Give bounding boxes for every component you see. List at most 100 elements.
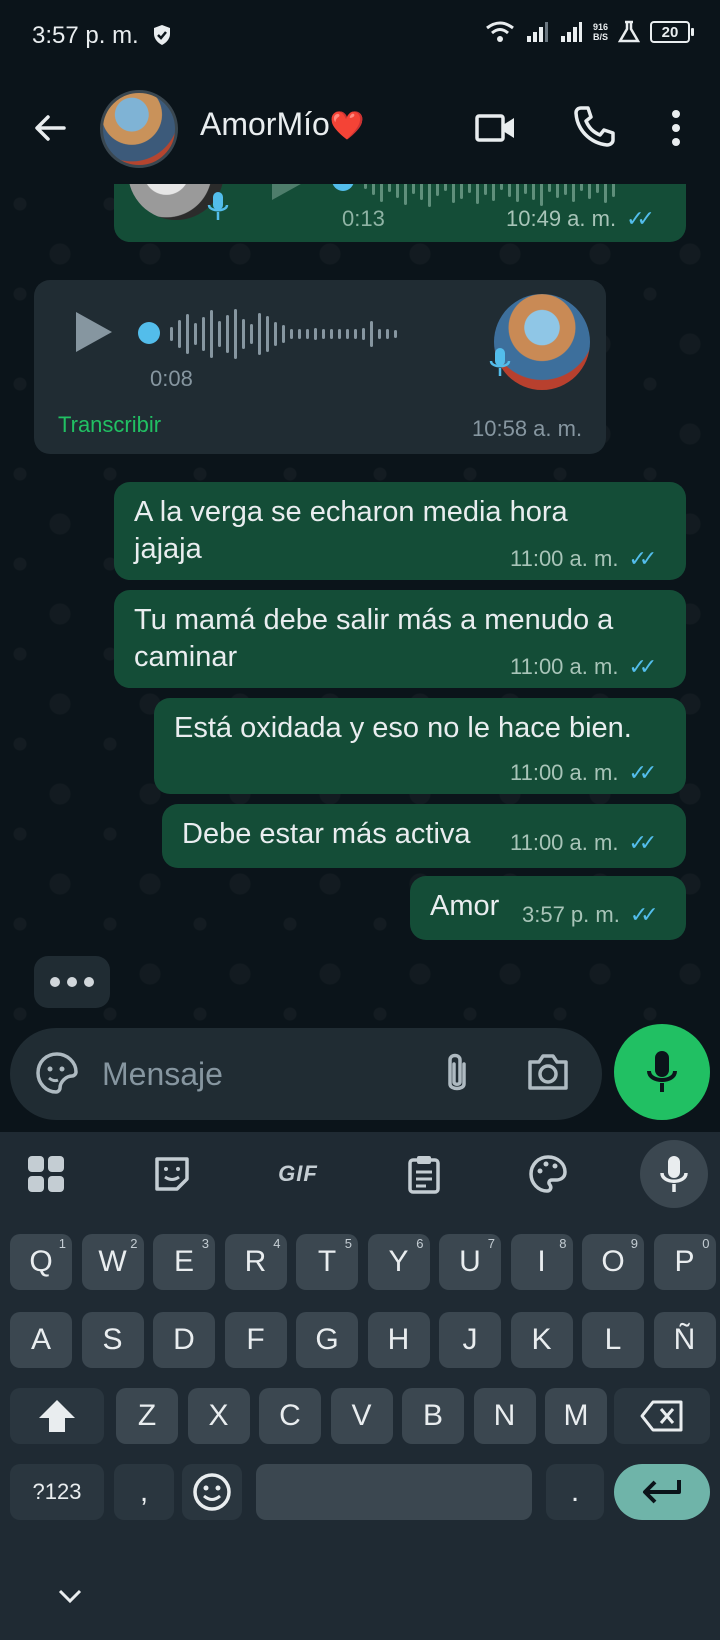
camera-icon[interactable] bbox=[526, 1052, 570, 1092]
waveform-bar bbox=[306, 329, 309, 339]
backspace-key[interactable] bbox=[614, 1388, 710, 1444]
waveform-bar bbox=[476, 184, 479, 204]
key-q[interactable]: Q1 bbox=[10, 1234, 72, 1290]
voice-duration: 0:13 bbox=[342, 206, 385, 231]
waveform-bar bbox=[372, 184, 375, 195]
text-message-out[interactable]: Tu mamá debe salir más a menudo a camina… bbox=[114, 590, 686, 688]
key-ñ[interactable]: Ñ bbox=[653, 1312, 716, 1368]
waveform-bar bbox=[396, 184, 399, 198]
voice-progress-dot[interactable] bbox=[138, 322, 160, 344]
key-l[interactable]: L bbox=[582, 1312, 644, 1368]
paperclip-icon[interactable] bbox=[442, 1050, 472, 1096]
enter-key[interactable] bbox=[614, 1464, 710, 1520]
typing-dot bbox=[50, 977, 60, 987]
waveform-bar bbox=[572, 184, 575, 202]
shift-key[interactable] bbox=[10, 1388, 104, 1444]
voice-record-button[interactable] bbox=[614, 1024, 710, 1120]
waveform-bar bbox=[436, 184, 439, 196]
key-alt-label: 0 bbox=[702, 1236, 710, 1251]
contact-avatar[interactable] bbox=[100, 90, 178, 168]
voice-message-in[interactable]: 0:08 Transcribir 10:58 a. m. bbox=[34, 280, 606, 454]
backspace-icon bbox=[640, 1400, 683, 1432]
signal-icon bbox=[526, 22, 548, 42]
text-message-out[interactable]: Debe estar más activa 11:00 a. m. ✓✓ bbox=[162, 804, 686, 868]
message-box[interactable] bbox=[10, 1028, 602, 1120]
key-alt-label: 6 bbox=[416, 1236, 424, 1251]
message-input[interactable] bbox=[102, 1052, 402, 1096]
palette-icon[interactable] bbox=[526, 1152, 570, 1196]
voice-progress-dot[interactable] bbox=[332, 184, 354, 191]
emoji-key[interactable] bbox=[182, 1464, 242, 1520]
key-label: R bbox=[244, 1245, 267, 1278]
message-time: 11:00 a. m. bbox=[510, 830, 619, 855]
more-vert-icon[interactable] bbox=[666, 106, 686, 150]
arrow-left-icon[interactable] bbox=[28, 106, 72, 150]
key-e[interactable]: E3 bbox=[153, 1234, 215, 1290]
waveform-bar bbox=[468, 184, 471, 193]
key-label: U bbox=[459, 1245, 481, 1278]
waveform-bar bbox=[380, 184, 383, 202]
key-alt-label: 4 bbox=[273, 1236, 281, 1251]
key-u[interactable]: U7 bbox=[439, 1234, 501, 1290]
key-w[interactable]: W2 bbox=[81, 1234, 144, 1290]
waveform-bar bbox=[178, 320, 181, 348]
key-p[interactable]: P0 bbox=[653, 1234, 716, 1290]
message-time: 10:49 a. m. bbox=[506, 206, 617, 231]
chevron-down-icon[interactable] bbox=[54, 1584, 86, 1608]
waveform-bar bbox=[420, 184, 423, 200]
key-a[interactable]: A bbox=[10, 1312, 72, 1368]
key-v[interactable]: V bbox=[330, 1388, 393, 1444]
apps-grid-icon[interactable] bbox=[24, 1152, 68, 1196]
shift-icon bbox=[39, 1400, 75, 1432]
key-x[interactable]: X bbox=[187, 1388, 250, 1444]
phone-icon[interactable] bbox=[572, 104, 616, 148]
key-h[interactable]: H bbox=[367, 1312, 430, 1368]
key-c[interactable]: C bbox=[259, 1388, 321, 1444]
key-d[interactable]: D bbox=[153, 1312, 215, 1368]
waveform-bar bbox=[516, 184, 519, 202]
sticker-icon[interactable] bbox=[150, 1152, 194, 1196]
text-message-out[interactable]: Amor 3:57 p. m. ✓✓ bbox=[410, 876, 686, 940]
chat-header: AmorMío❤️ bbox=[0, 76, 720, 184]
video-camera-icon[interactable] bbox=[474, 106, 518, 150]
waveform-bar bbox=[452, 184, 455, 203]
key-n[interactable]: N bbox=[473, 1388, 536, 1444]
key-k[interactable]: K bbox=[510, 1312, 573, 1368]
play-icon[interactable] bbox=[76, 312, 112, 352]
transcribe-link[interactable]: Transcribir bbox=[58, 412, 161, 438]
contact-name[interactable]: AmorMío❤️ bbox=[200, 106, 365, 143]
comma-key[interactable]: , bbox=[114, 1464, 174, 1520]
voice-message-out[interactable]: 0:13 10:49 a. m. ✓✓ bbox=[114, 184, 686, 242]
text-message-out[interactable]: Está oxidada y eso no le hace bien. 11:0… bbox=[154, 698, 686, 794]
key-r[interactable]: R4 bbox=[224, 1234, 287, 1290]
play-icon[interactable] bbox=[272, 184, 308, 200]
heart-emoji: ❤️ bbox=[329, 110, 365, 141]
net-speed-value: 916 bbox=[592, 22, 608, 32]
status-bar: 3:57 p. m. 916 B/S 20 bbox=[0, 0, 720, 76]
waveform-bar bbox=[500, 184, 503, 190]
key-y[interactable]: Y6 bbox=[367, 1234, 430, 1290]
space-key[interactable] bbox=[256, 1464, 532, 1520]
key-t[interactable]: T5 bbox=[296, 1234, 358, 1290]
symbols-key[interactable]: ?123 bbox=[10, 1464, 104, 1520]
sticker-icon[interactable] bbox=[34, 1050, 80, 1096]
key-s[interactable]: S bbox=[81, 1312, 144, 1368]
message-meta: 11:00 a. m. ✓✓ bbox=[510, 760, 657, 786]
key-j[interactable]: J bbox=[439, 1312, 501, 1368]
chat-area[interactable]: 0:13 10:49 a. m. ✓✓ 0:08 Transcribir 10:… bbox=[0, 184, 720, 1030]
key-m[interactable]: M bbox=[545, 1388, 607, 1444]
clipboard-icon[interactable] bbox=[402, 1152, 446, 1196]
key-f[interactable]: F bbox=[224, 1312, 287, 1368]
key-g[interactable]: G bbox=[296, 1312, 358, 1368]
text-message-out[interactable]: A la verga se echaron media hora jajaja … bbox=[114, 482, 686, 580]
waveform-bar bbox=[218, 321, 221, 347]
key-i[interactable]: I8 bbox=[510, 1234, 573, 1290]
key-b[interactable]: B bbox=[402, 1388, 464, 1444]
key-o[interactable]: O9 bbox=[582, 1234, 644, 1290]
waveform-bar bbox=[364, 184, 367, 189]
keyboard-mic-button[interactable] bbox=[640, 1140, 708, 1208]
period-key[interactable]: . bbox=[546, 1464, 604, 1520]
waveform-bar bbox=[242, 319, 245, 349]
key-z[interactable]: Z bbox=[116, 1388, 178, 1444]
gif-button[interactable]: GIF bbox=[270, 1152, 326, 1196]
